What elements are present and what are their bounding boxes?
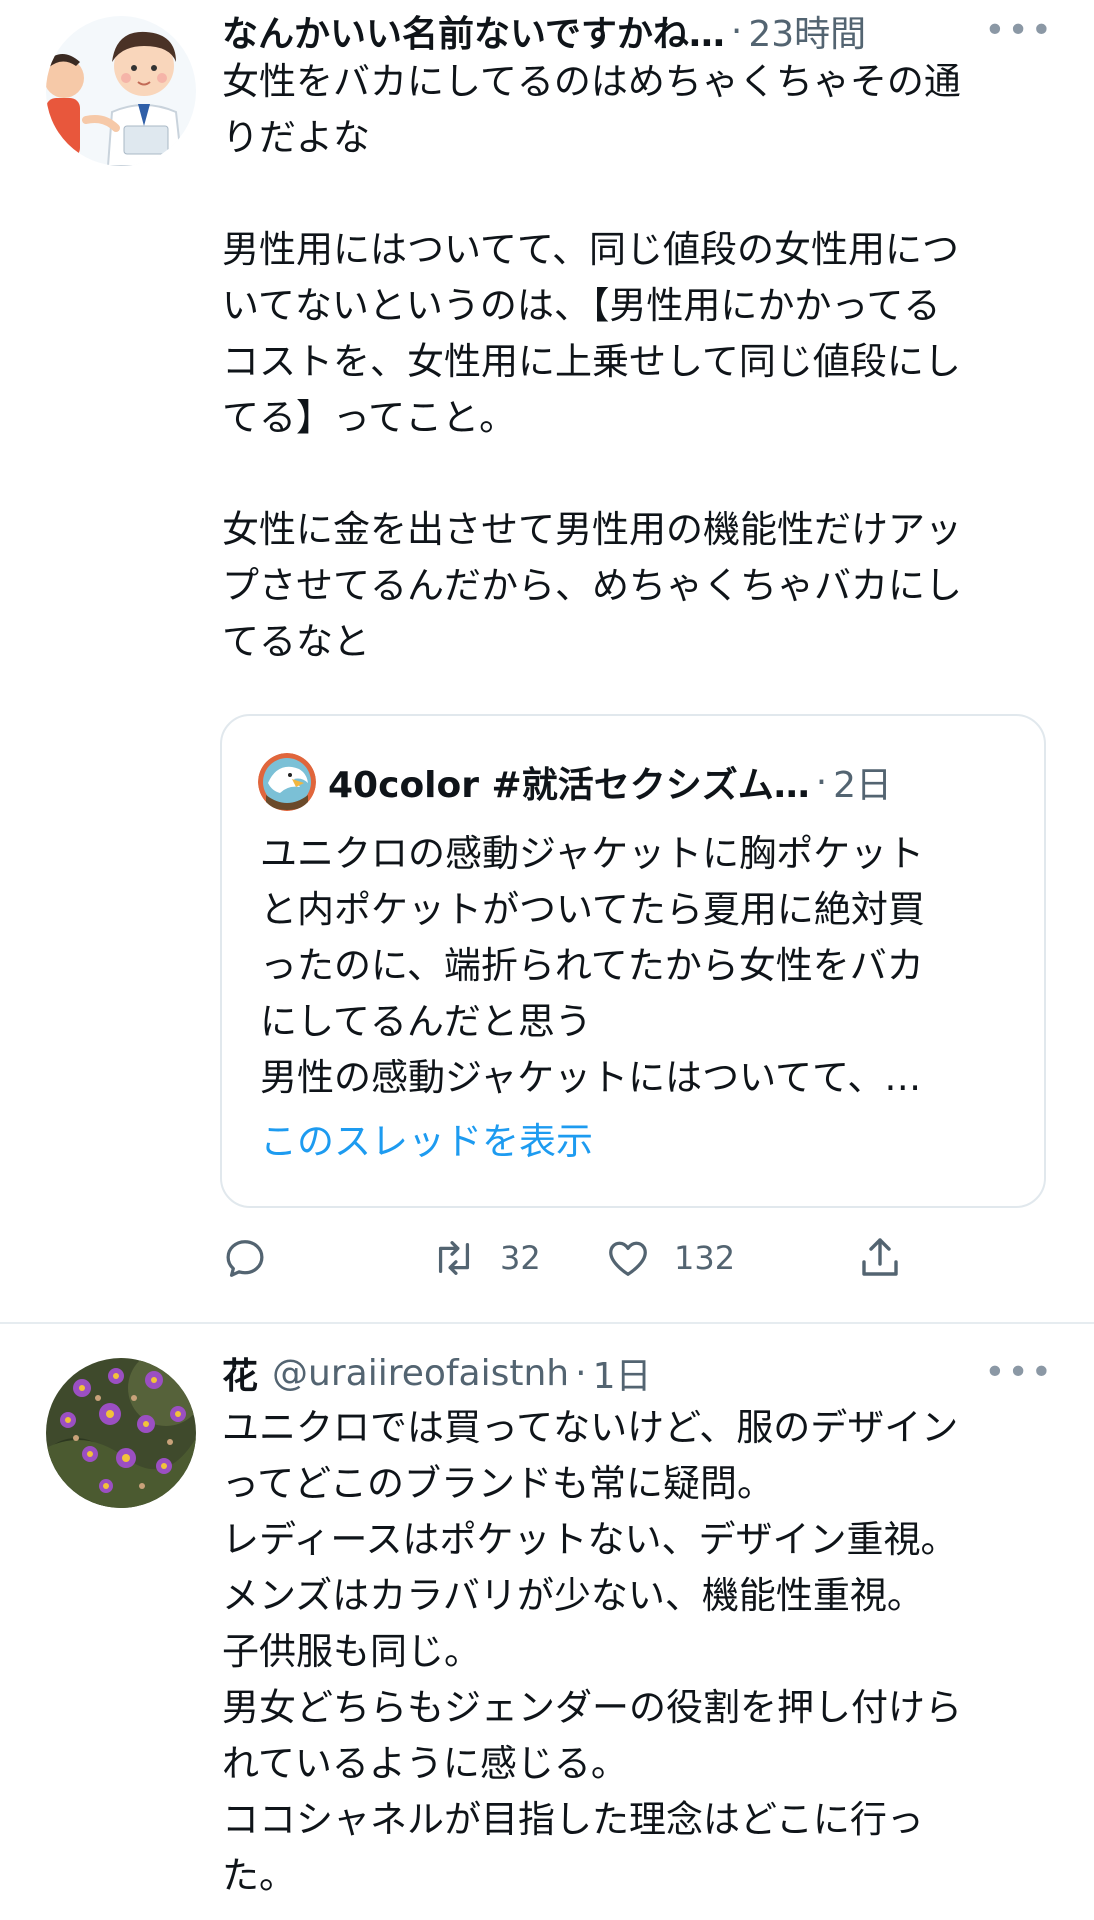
retweet-icon	[438, 1241, 470, 1275]
quoted-tweet-timestamp: 2日	[833, 765, 893, 806]
tweet-1-author-name[interactable]: なんかいい名前ないですかね…	[222, 5, 725, 57]
like-button[interactable]: 132	[604, 1228, 735, 1288]
quoted-tweet-header: 40color #就活セクシズム… · 2日	[258, 752, 1024, 812]
tweet-2-header: 花 @uraiireofaistnh · 1日 •••	[222, 1348, 1054, 1398]
tweet-1-text: 女性をバカにしてるのはめちゃくちゃその通 りだよな 男性用にはついてて、同じ値段…	[222, 60, 962, 663]
tweet-2[interactable]: 花 @uraiireofaistnh · 1日 ••• ユニクロでは買ってないけ…	[0, 1324, 1094, 1920]
share-button[interactable]	[856, 1228, 904, 1288]
tweet-2-text: ユニクロでは買ってないけど、服のデザイン ってどこのブランドも常に疑問。 レディ…	[222, 1406, 962, 1897]
like-count: 132	[674, 1239, 736, 1277]
tweet-2-separator: ·	[575, 1352, 587, 1394]
quoted-tweet-text: ユニクロの感動ジャケットに胸ポケット と内ポケットがついてたら夏用に絶対買 った…	[260, 832, 925, 1099]
tweet-1-more-icon[interactable]: •••	[984, 13, 1054, 49]
tweet-1-avatar[interactable]	[46, 16, 196, 166]
retweet-count: 32	[500, 1239, 541, 1277]
tweet-2-handle[interactable]: @uraiireofaistnh	[272, 1353, 569, 1394]
reply-button[interactable]	[222, 1228, 268, 1288]
quoted-tweet-avatar	[258, 753, 316, 811]
tweet-1[interactable]: なんかいい名前ないですかね… · 23時間 ••• 女性をバカにしてるのはめちゃ…	[0, 0, 1094, 1322]
quoted-tweet-separator: ·	[815, 761, 828, 803]
share-icon	[862, 1238, 898, 1276]
show-thread-link[interactable]: このスレッドを表示	[260, 1111, 593, 1165]
quoted-tweet-author-name: 40color #就活セクシズム…	[328, 765, 810, 806]
tweet-1-timestamp[interactable]: 23時間	[748, 5, 866, 57]
tweet-1-action-bar: 32 132	[222, 1228, 922, 1288]
tweet-1-header: なんかいい名前ないですかね… · 23時間 •••	[222, 6, 1054, 56]
heart-icon	[609, 1241, 647, 1276]
tweet-2-timestamp[interactable]: 1日	[593, 1347, 652, 1399]
tweet-1-separator: ·	[730, 10, 743, 52]
tweet-2-more-icon[interactable]: •••	[984, 1355, 1054, 1391]
quoted-tweet-card[interactable]: 40color #就活セクシズム… · 2日 ユニクロの感動ジャケットに胸ポケッ…	[220, 714, 1046, 1208]
tweet-2-avatar[interactable]	[46, 1358, 196, 1508]
retweet-button[interactable]: 32	[430, 1228, 541, 1288]
reply-icon	[226, 1240, 264, 1277]
tweet-2-author-name[interactable]: 花	[222, 1347, 258, 1399]
